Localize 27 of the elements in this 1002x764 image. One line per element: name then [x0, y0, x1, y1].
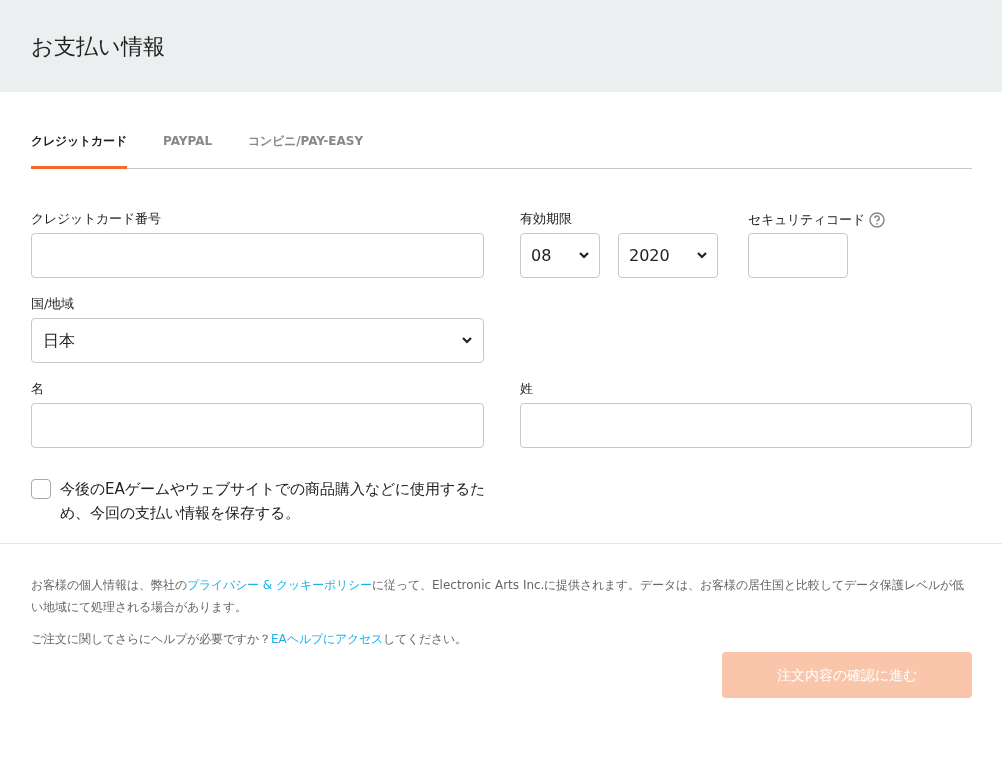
field-label: 姓	[520, 380, 534, 398]
month-select[interactable]: 08	[520, 233, 600, 278]
chevron-down-icon	[697, 252, 707, 259]
notice-text: ご注文に関してさらにヘルプが必要ですか？EAヘルプにアクセス してください。	[31, 631, 468, 648]
field-label: 国/地域	[31, 295, 76, 313]
help-icon[interactable]	[869, 212, 885, 228]
checkbox-label: 今後のEAゲームやウェブサイトでの商品購入などに使用するため、今回の支払い情報を保存する。	[60, 479, 486, 524]
help-link[interactable]: プライバシー & クッキーポリシー	[187, 578, 372, 592]
dialog-title: お支払い情報	[31, 32, 165, 61]
year-select[interactable]: 2020	[618, 233, 718, 278]
last-name-field[interactable]	[520, 403, 972, 448]
field-label: 有効期限	[520, 210, 573, 228]
chevron-down-icon	[462, 337, 472, 344]
field-label: 名	[31, 380, 45, 398]
save-checkbox[interactable]	[31, 479, 51, 499]
payment-tab[interactable]: クレジットカード	[31, 132, 127, 169]
field-label: クレジットカード番号	[31, 210, 162, 228]
payment-tab[interactable]: PAYPAL	[163, 132, 213, 169]
first-name-field[interactable]	[31, 403, 484, 448]
security-code-field[interactable]	[748, 233, 848, 278]
chevron-down-icon	[579, 252, 589, 259]
field-label: セキュリティコード	[748, 211, 865, 230]
payment-tab[interactable]: コンビニ/PAY-EASY	[248, 132, 364, 169]
country-select[interactable]: 日本	[31, 318, 484, 363]
notice-text: お客様の個人情報は、弊社のプライバシー & クッキーポリシーに従って、Electronic Arts Inc.に提供されます。データは、お客様の居住国と比較してデータ保護レベルが低い地域にて処理される場合があります。	[31, 577, 966, 616]
help-link[interactable]: EAヘルプにアクセス	[271, 632, 383, 646]
card-number-field[interactable]	[31, 233, 484, 278]
